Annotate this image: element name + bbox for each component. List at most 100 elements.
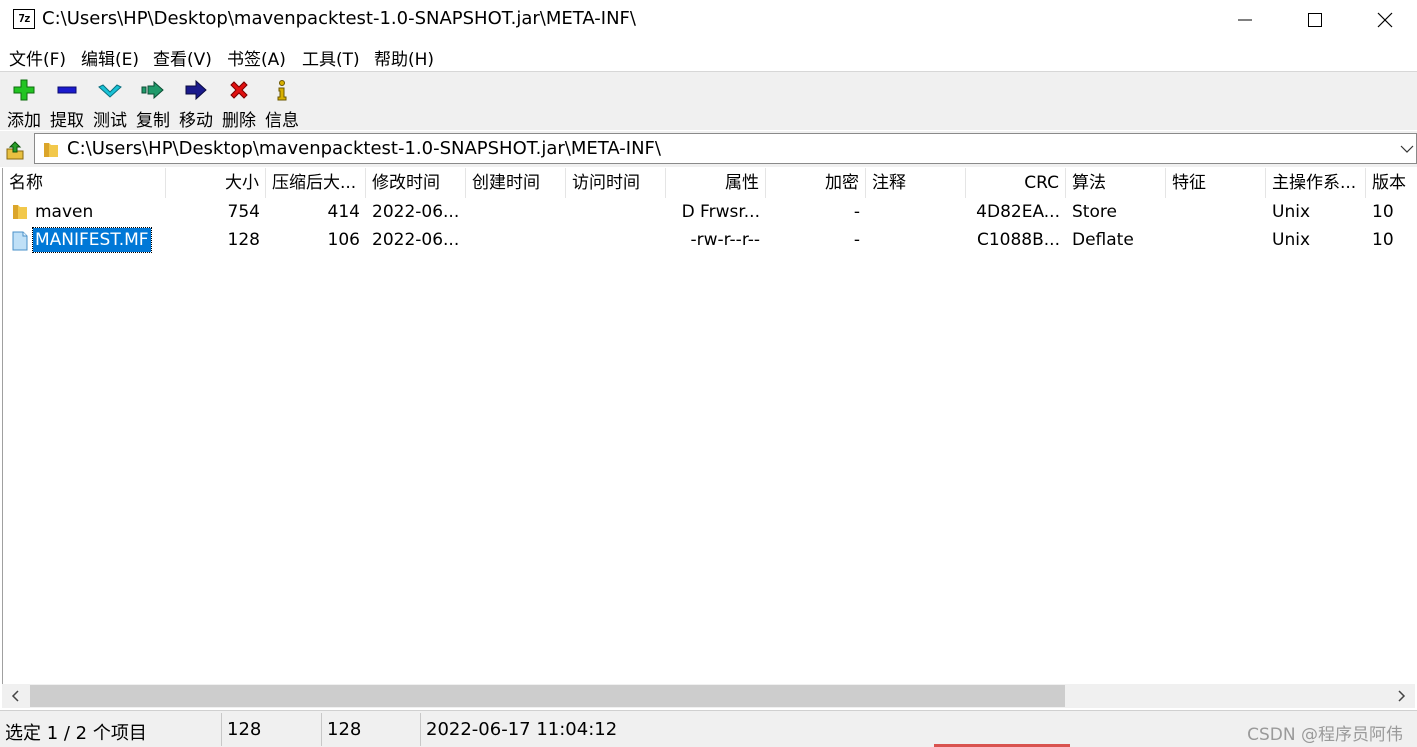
column-header-created[interactable]: 创建时间 <box>466 168 566 198</box>
status-modified: 2022-06-17 11:04:12 <box>426 719 618 740</box>
plus-icon <box>13 79 35 101</box>
row-accessed <box>566 226 666 254</box>
row-name: MANIFEST.MF <box>32 227 152 253</box>
column-header-modified[interactable]: 修改时间 <box>366 168 466 198</box>
horizontal-scrollbar[interactable] <box>2 684 1415 708</box>
row-host-os: Unix <box>1272 230 1311 250</box>
row-accessed <box>566 198 666 226</box>
menu-bookmarks[interactable]: 书签(A) <box>227 45 286 70</box>
row-encrypted: - <box>853 230 860 250</box>
menu-file[interactable]: 文件(F) <box>9 45 66 70</box>
row-crc: 4D82EA... <box>976 202 1060 222</box>
info-button[interactable]: 信息 <box>262 76 302 131</box>
info-icon <box>277 80 287 101</box>
close-icon <box>1377 12 1393 28</box>
status-bar: 选定 1 / 2 个项目 128 128 2022-06-17 11:04:12… <box>0 710 1417 747</box>
add-label: 添加 <box>7 111 41 131</box>
row-host-os: Unix <box>1272 202 1311 222</box>
title-bar: 7z C:\Users\HP\Desktop\mavenpacktest-1.0… <box>0 0 1417 40</box>
maximize-button[interactable] <box>1280 0 1350 40</box>
column-header-method[interactable]: 算法 <box>1066 168 1166 198</box>
list-header: 名称 大小 压缩后大... 修改时间 创建时间 访问时间 属性 加密 注释 CR… <box>3 168 1416 198</box>
row-attributes: -rw-r--r-- <box>690 230 760 250</box>
column-header-name[interactable]: 名称 <box>3 168 166 198</box>
add-button[interactable]: 添加 <box>4 76 44 131</box>
row-packed-size: 106 <box>327 230 360 250</box>
folder-icon <box>44 143 58 157</box>
menu-help[interactable]: 帮助(H) <box>374 45 434 70</box>
move-button[interactable]: 移动 <box>176 76 216 131</box>
x-icon <box>230 81 248 99</box>
status-divider <box>221 713 222 746</box>
column-header-comment[interactable]: 注释 <box>866 168 966 198</box>
minimize-button[interactable] <box>1210 0 1280 40</box>
status-selection: 选定 1 / 2 个项目 <box>5 723 147 744</box>
row-comment <box>866 198 966 226</box>
check-icon <box>98 84 122 98</box>
row-method: Deflate <box>1072 230 1134 250</box>
address-input[interactable]: C:\Users\HP\Desktop\mavenpacktest-1.0-SN… <box>34 133 1417 164</box>
chevron-left-icon <box>11 690 19 702</box>
delete-button[interactable]: 删除 <box>219 76 259 131</box>
row-created <box>466 198 566 226</box>
column-header-encrypted[interactable]: 加密 <box>766 168 866 198</box>
status-divider <box>321 713 322 746</box>
up-folder-icon <box>6 141 24 160</box>
menu-tools[interactable]: 工具(T) <box>302 45 360 70</box>
folder-icon <box>13 205 27 219</box>
row-modified: 2022-06... <box>372 230 460 250</box>
up-folder-button[interactable] <box>5 140 25 160</box>
minimize-icon <box>1238 19 1252 21</box>
column-header-host-os[interactable]: 主操作系... <box>1266 168 1366 198</box>
column-header-crc[interactable]: CRC <box>966 168 1066 198</box>
row-encrypted: - <box>853 202 860 222</box>
delete-label: 删除 <box>222 111 256 131</box>
status-divider <box>420 713 421 746</box>
copy-label: 复制 <box>136 111 170 131</box>
extract-label: 提取 <box>50 111 84 131</box>
column-header-accessed[interactable]: 访问时间 <box>566 168 666 198</box>
column-header-version[interactable]: 版本 <box>1366 168 1416 198</box>
double-arrow-icon <box>141 80 164 100</box>
menu-view[interactable]: 查看(V) <box>153 45 212 70</box>
row-created <box>466 226 566 254</box>
address-bar: C:\Users\HP\Desktop\mavenpacktest-1.0-SN… <box>0 131 1417 167</box>
row-characteristics <box>1166 226 1266 254</box>
row-version: 10 <box>1372 202 1394 222</box>
address-path: C:\Users\HP\Desktop\mavenpacktest-1.0-SN… <box>67 138 661 159</box>
maximize-icon <box>1308 13 1322 27</box>
row-size: 128 <box>227 230 260 250</box>
test-button[interactable]: 测试 <box>90 76 130 131</box>
watermark: CSDN @程序员阿伟 <box>1247 725 1403 745</box>
column-header-characteristics[interactable]: 特征 <box>1166 168 1266 198</box>
row-crc: C1088B... <box>976 230 1060 250</box>
scroll-left-button[interactable] <box>2 684 28 708</box>
row-packed-size: 414 <box>327 202 360 222</box>
table-row[interactable]: MANIFEST.MF 128 106 2022-06... -rw-r--r-… <box>3 226 1416 254</box>
row-method: Store <box>1072 202 1117 222</box>
row-characteristics <box>1166 198 1266 226</box>
close-button[interactable] <box>1350 0 1417 40</box>
copy-button[interactable]: 复制 <box>133 76 173 131</box>
window-title: C:\Users\HP\Desktop\mavenpacktest-1.0-SN… <box>42 8 636 29</box>
app-7zip-icon: 7z <box>13 9 35 29</box>
scroll-right-button[interactable] <box>1389 684 1415 708</box>
minus-icon <box>57 86 77 94</box>
menu-bar: 文件(F) 编辑(E) 查看(V) 书签(A) 工具(T) 帮助(H) <box>0 42 1417 70</box>
column-header-packed-size[interactable]: 压缩后大... <box>266 168 366 198</box>
scrollbar-thumb[interactable] <box>30 685 1065 707</box>
row-modified: 2022-06... <box>372 202 460 222</box>
toolbar: 添加 提取 测试 复制 移动 删除 信息 <box>0 72 1417 131</box>
row-comment <box>866 226 966 254</box>
file-list[interactable]: 名称 大小 压缩后大... 修改时间 创建时间 访问时间 属性 加密 注释 CR… <box>2 168 1416 684</box>
info-label: 信息 <box>265 111 299 131</box>
status-packed-size: 128 <box>327 719 362 740</box>
row-version: 10 <box>1372 230 1394 250</box>
table-row[interactable]: maven 754 414 2022-06... D Frwsr... - 4D… <box>3 198 1416 226</box>
menu-edit[interactable]: 编辑(E) <box>81 45 139 70</box>
column-header-size[interactable]: 大小 <box>166 168 266 198</box>
chevron-down-icon[interactable] <box>1400 144 1414 154</box>
move-label: 移动 <box>179 111 213 131</box>
column-header-attributes[interactable]: 属性 <box>666 168 766 198</box>
extract-button[interactable]: 提取 <box>47 76 87 131</box>
